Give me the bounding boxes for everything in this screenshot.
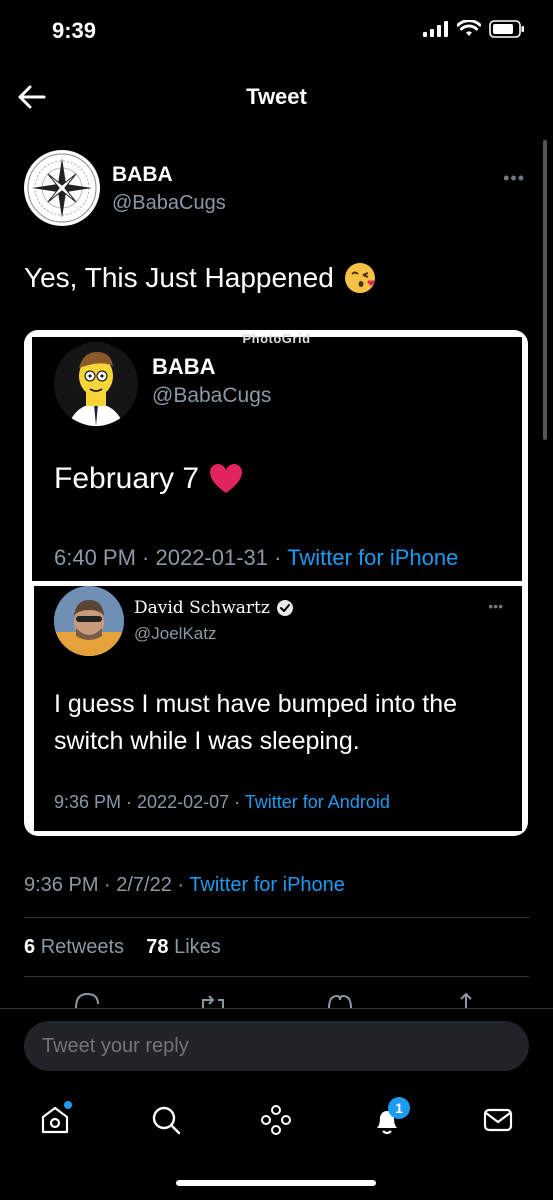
divider: [24, 976, 529, 977]
quote2-author-handle: @JoelKatz: [134, 624, 217, 643]
share-icon[interactable]: [451, 990, 481, 1010]
search-icon: [152, 1106, 181, 1135]
nav-home[interactable]: [30, 1095, 80, 1145]
tweet-text-content: Yes, This Just Happened: [24, 262, 334, 293]
compass-rose-icon: [27, 153, 97, 223]
battery-icon: [489, 20, 524, 38]
mail-icon: [483, 1108, 512, 1132]
reply-icon[interactable]: [72, 990, 102, 1010]
quote2-text: I guess I must have bumped into the swit…: [54, 690, 458, 755]
quote1-timestamp: 6:40 PM · 2022-01-31 ·: [54, 545, 288, 570]
tweet-timestamp[interactable]: 9:36 PM · 2/7/22 ·: [24, 874, 189, 896]
tweet-meta: 9:36 PM · 2/7/22 · Twitter for iPhone: [24, 874, 345, 897]
quote2-more-icon: •••: [488, 598, 503, 614]
verified-badge-icon: [276, 600, 293, 616]
likes-count: 78: [146, 936, 169, 958]
tweet-stats: 6 Retweets 78 Likes: [24, 936, 221, 959]
status-time: 9:39: [52, 18, 97, 43]
scrollbar[interactable]: [543, 140, 547, 440]
retweets-count: 6: [24, 936, 36, 958]
home-indicator[interactable]: [176, 1180, 376, 1186]
notifications-badge: 1: [388, 1097, 411, 1119]
quote1-text: February 7: [54, 462, 243, 496]
quote1-author-handle: @BabaCugs: [152, 384, 272, 407]
retweets-label: Retweets: [40, 936, 125, 958]
author-avatar[interactable]: [24, 150, 100, 226]
page-title: Tweet: [246, 84, 307, 109]
retweets-stat[interactable]: 6 Retweets: [24, 936, 124, 958]
quote1-meta: 6:40 PM · 2022-01-31 · Twitter for iPhon…: [54, 545, 458, 571]
quote2-source: Twitter for Android: [244, 792, 390, 812]
tweet-actions: [24, 990, 529, 1010]
retweet-icon[interactable]: [198, 990, 228, 1010]
red-heart-icon: [210, 464, 243, 493]
tweet-text: Yes, This Just Happened: [24, 262, 376, 294]
likes-label: Likes: [174, 936, 221, 958]
quote2-author-name: David Schwartz: [134, 598, 270, 618]
bottom-nav: 1: [0, 1088, 553, 1152]
quote1-text-content: February 7: [54, 462, 200, 495]
kissing-face-emoji-icon: [344, 263, 375, 293]
quote2-meta: 9:36 PM · 2022-02-07 · Twitter for Andro…: [54, 792, 390, 813]
cartoon-avatar-icon: [54, 342, 138, 426]
nav-notifications[interactable]: 1: [362, 1095, 412, 1145]
quote1-avatar: [54, 342, 138, 426]
nav-spaces[interactable]: [251, 1095, 301, 1145]
quote1-author-name: BABA: [152, 354, 216, 379]
nav-messages[interactable]: [473, 1095, 523, 1145]
author-name[interactable]: BABA: [112, 163, 173, 187]
person-photo-icon: [54, 586, 124, 656]
quote2-author: David Schwartz: [134, 598, 294, 618]
reply-input[interactable]: [24, 1021, 529, 1071]
quote2-avatar: [54, 586, 124, 656]
quote2-timestamp: 9:36 PM · 2022-02-07 ·: [54, 792, 245, 812]
quote1-source: Twitter for iPhone: [287, 545, 459, 570]
nav-search[interactable]: [141, 1095, 191, 1145]
tweet-source-link[interactable]: Twitter for iPhone: [189, 874, 345, 896]
signal-icon: [423, 21, 448, 37]
status-icons: [423, 20, 525, 38]
like-icon[interactable]: [325, 990, 355, 1010]
more-options-button[interactable]: •••: [503, 168, 525, 189]
likes-stat[interactable]: 78 Likes: [146, 936, 221, 958]
wifi-icon: [457, 20, 481, 36]
spaces-icon: [261, 1105, 292, 1135]
author-handle[interactable]: @BabaCugs: [112, 192, 226, 215]
divider: [24, 917, 529, 918]
